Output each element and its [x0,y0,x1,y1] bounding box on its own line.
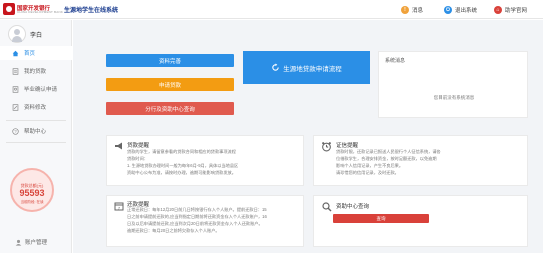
sidebar-item-graduation[interactable]: 毕业确认申请 [0,82,72,96]
sidebar-item-label: 首页 [24,51,36,57]
branch-query-button[interactable]: 分行及资助中心查询 [106,102,234,115]
sidebar-item-label: 我的贷款 [24,69,47,75]
svg-text:?: ? [14,129,17,134]
calendar-icon: 7 [114,202,124,211]
loan-notice-line: 1. 生源地贷款办理时间一般为每年6月-9月，具体以当地县区 [127,163,239,168]
credit-notice-card: 证信提醒 贷款时限，还款记录已报送人民银行个人征信系统，请各 位借款学生，合理安… [313,135,528,186]
sidebar: 李白 首页 我的贷款 毕业确认申请 资料修改 ? 帮助中心 贷款总额(元) 95… [0,20,72,253]
sidebar-item-edit-profile[interactable]: 资料修改 [0,100,72,114]
apply-loan-button[interactable]: 申请贷款 [106,78,234,91]
complete-profile-button[interactable]: 资料完善 [106,54,234,67]
sidebar-item-label: 资料修改 [24,105,47,111]
top-bar: 国家开发银行 CHINA DEVELOPMENT BANK 生源地学生在线系统 … [0,0,543,19]
branch-query-label: 分行及资助中心查询 [145,106,195,113]
loan-total-gauge: 贷款总额(元) 95593 当前阶段: 在读 [10,168,54,212]
repayment-notice-line: 日之前申请提前还款的,应当到指定日期前将还款资金存入个人还款账户，16 [127,214,267,219]
loan-notice-line: 资助中心公布为准，请按时办理，逾期可能影响贷款发放。 [127,170,236,175]
graduation-icon [12,85,19,93]
account-management-label: 账户管理 [25,240,48,246]
credit-notice-line: 贷款时限，还款记录已报送人民银行个人征信系统，请各 [336,149,441,154]
sidebar-item-help[interactable]: ? 帮助中心 [0,124,72,138]
system-title: 生源地学生在线系统 [64,8,119,14]
sidebar-divider [6,142,66,143]
brand-subtitle: CHINA DEVELOPMENT BANK [17,10,64,14]
messages-label: 消息 [412,8,424,14]
credit-notice-line: 影响个人信用记录，产生不良后果。 [336,163,404,168]
complete-profile-label: 资料完善 [158,58,181,65]
sidebar-item-label: 毕业确认申请 [24,87,58,93]
aid-center-title: 资助中心查询 [336,204,370,210]
loan-notice-line: 贷款的学生，请留意参看的贷款合同和相应的贷款事项流程 [127,149,236,154]
sidebar-item-label: 帮助中心 [24,129,47,135]
gauge-subtitle: 当前阶段: 在读 [20,200,44,204]
repayment-notice-line: 日及以后申请提前还款,应当到次月20日前将还款资金存入个人还款账户。 [127,221,263,226]
repayment-notice-line: 逾期还款日：每月20日之前将欠款存入个人账户。 [127,228,220,233]
sidebar-item-home[interactable]: 首页 [0,46,72,60]
loan-icon [12,67,19,75]
bell-icon: ! [401,6,409,14]
sidebar-divider [6,120,66,121]
system-message-empty: 您目前没有系统消息 [433,95,475,100]
official-site-label: 助学官网 [505,8,528,14]
gauge-value: 95593 [19,188,45,198]
system-message-title: 系统消息 [385,58,406,64]
logout-link[interactable]: ⏻ 退出系统 [444,5,477,15]
home-icon: ⌂ [494,6,502,14]
logout-icon: ⏻ [444,6,452,14]
loan-notice-card: 贷款提醒 贷款的学生，请留意参看的贷款合同和相应的贷款事项流程 贷款时间： 1.… [106,135,304,186]
apply-loan-label: 申请贷款 [158,82,181,89]
loan-process-button[interactable]: 生源地贷款申请流程 [243,51,370,84]
messages-link[interactable]: ! 消息 [401,5,423,15]
edit-icon [12,103,19,111]
repayment-notice-line: 正常还款日：每年12月20日前几日将按银行存入个人账户。提前还款日：15 [127,207,267,212]
cdb-logo-icon [3,3,15,15]
loan-notice-line: 贷款时间： [127,156,148,161]
refresh-icon [272,63,279,71]
query-button-label: 查询 [376,215,386,221]
user-icon [15,239,22,246]
alarm-clock-icon [322,142,331,152]
home-icon [12,50,19,56]
official-site-link[interactable]: ⌂ 助学官网 [494,5,527,15]
credit-notice-line: 请珍惜您的信用记录，及时还款。 [336,170,399,175]
help-icon: ? [12,127,19,135]
avatar [8,25,26,43]
loan-notice-title: 贷款提醒 [127,143,150,149]
query-button[interactable]: 查询 [333,214,429,223]
system-message-card: 系统消息 您目前没有系统消息 [378,51,528,118]
search-icon [322,202,332,212]
sidebar-item-my-loans[interactable]: 我的贷款 [0,64,72,78]
credit-notice-title: 证信提醒 [336,143,359,149]
loan-process-label: 生源地贷款申请流程 [283,65,342,73]
logout-label: 退出系统 [455,8,478,14]
megaphone-icon [115,142,122,150]
account-management-link[interactable]: 账户管理 [15,238,47,246]
username: 李白 [30,33,43,39]
credit-notice-line: 位借款学生，合理安排资金，按时足额还款，以免逾期 [336,156,437,161]
repayment-notice-card: 7 还款提醒 正常还款日：每年12月20日前几日将按银行存入个人账户。提前还款日… [106,195,304,247]
